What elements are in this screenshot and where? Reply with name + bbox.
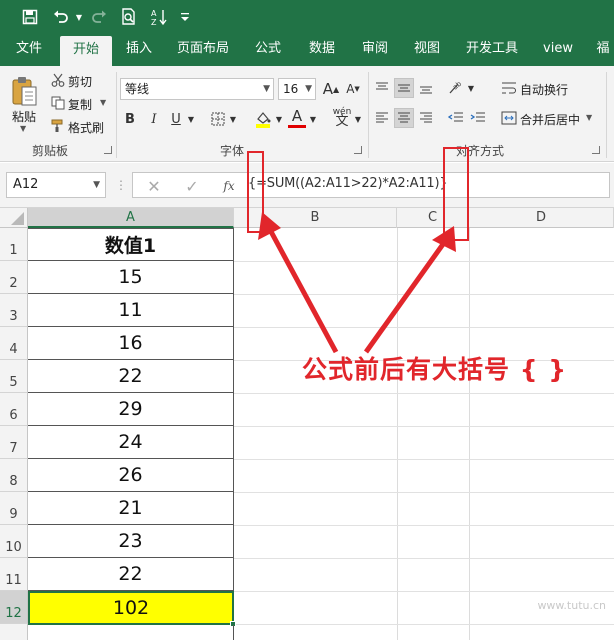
- watermark: www.tutu.cn: [537, 599, 606, 612]
- annotation-callout: 公式前后有大括号 { }: [302, 355, 568, 384]
- right-arrow-shaft: [363, 238, 449, 354]
- left-arrow-head: [258, 212, 281, 240]
- annotation-overlay: [247, 147, 469, 354]
- left-brace-highlight-box: [247, 151, 264, 233]
- right-brace-highlight-box: [443, 147, 469, 241]
- left-arrow-shaft: [265, 224, 339, 354]
